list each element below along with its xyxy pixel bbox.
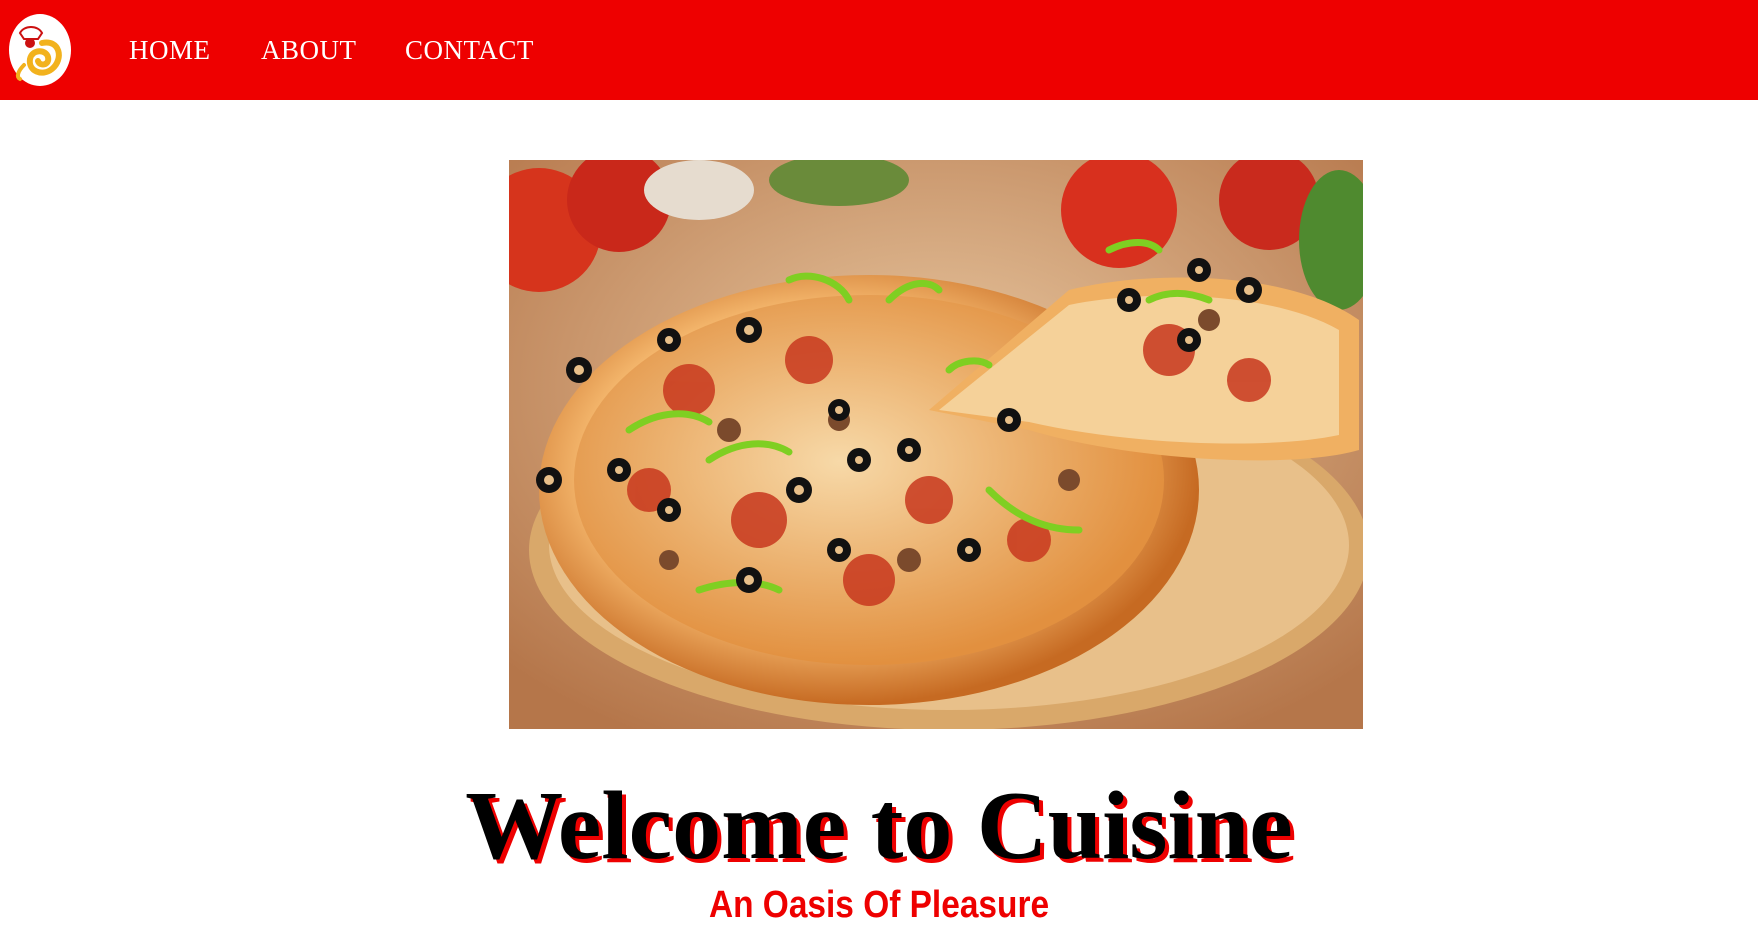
tagline: An Oasis Of Pleasure [708, 884, 1050, 926]
nav-link-contact[interactable]: CONTACT [405, 34, 534, 66]
chef-spoon-logo-icon[interactable] [8, 13, 72, 87]
navbar: HOME ABOUT CONTACT [0, 0, 1758, 100]
welcome-title: Welcome to Cuisine [465, 772, 1293, 880]
nav-link-home[interactable]: HOME [129, 34, 211, 66]
nav-link-about[interactable]: ABOUT [261, 34, 357, 66]
hero-pizza-image [509, 160, 1363, 729]
